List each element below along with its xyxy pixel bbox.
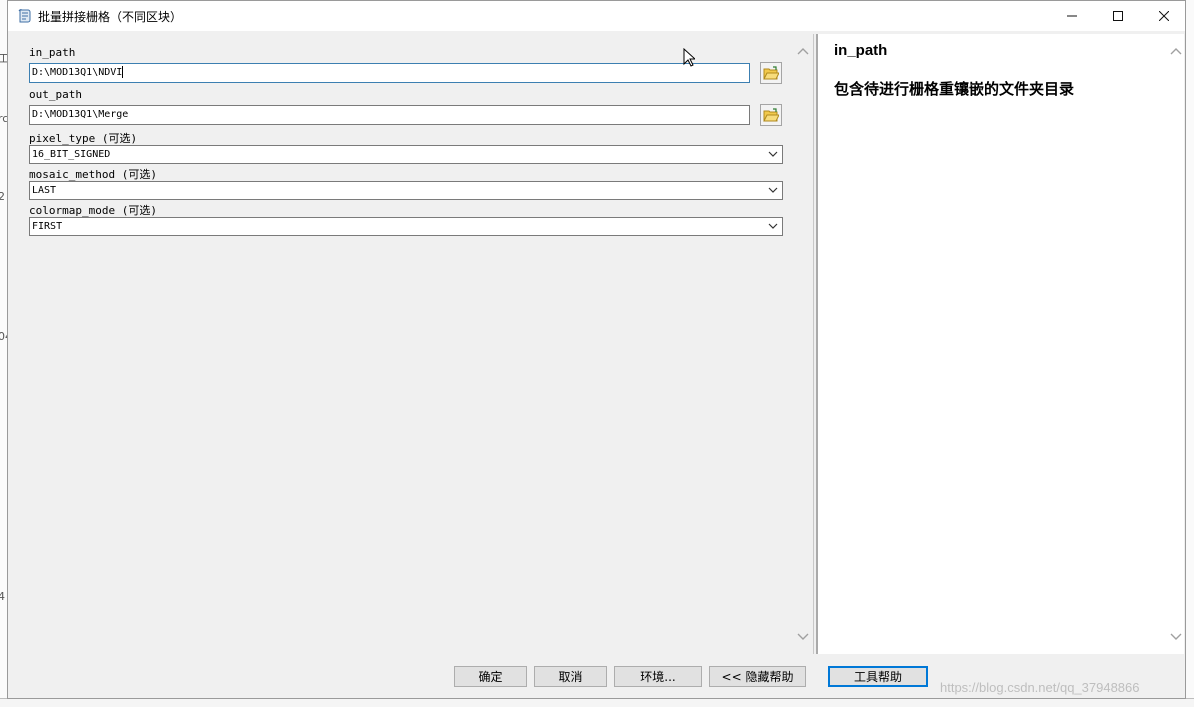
close-button[interactable] — [1141, 1, 1187, 31]
maximize-icon — [1113, 11, 1123, 21]
pixel-type-value: 16_BIT_SIGNED — [32, 149, 111, 160]
background-app-bottom-edge — [0, 698, 1194, 707]
chevron-down-icon — [768, 223, 778, 229]
out-path-value: D:\MOD13Q1\Merge — [32, 109, 129, 120]
title-bar[interactable]: 批量拼接栅格（不同区块） — [8, 1, 1185, 31]
folder-open-icon — [763, 66, 779, 80]
folder-open-icon — [763, 108, 779, 122]
background-fragment: 2 — [0, 190, 5, 203]
text-caret — [122, 66, 124, 78]
help-description: 包含待进行栅格重镶嵌的文件夹目录 — [834, 80, 1075, 98]
chevron-up-icon[interactable] — [797, 46, 809, 56]
chevron-down-icon — [768, 151, 778, 157]
in-path-label: in_path — [29, 46, 76, 59]
tool-script-icon — [17, 8, 33, 24]
parameters-panel: in_path D:\MOD13Q1\NDVI out_path D:\MOD1… — [9, 34, 814, 654]
tool-dialog: 批量拼接栅格（不同区块） in_path D:\MOD13Q1\NDVI out… — [7, 0, 1186, 699]
environments-button[interactable]: 环境... — [614, 666, 702, 687]
minimize-button[interactable] — [1049, 1, 1095, 31]
mosaic-method-label: mosaic_method (可选) — [29, 168, 157, 181]
out-path-browse-button[interactable] — [760, 104, 782, 126]
maximize-button[interactable] — [1095, 1, 1141, 31]
watermark: https://blog.csdn.net/qq_37948866 — [940, 680, 1140, 695]
minimize-icon — [1067, 15, 1077, 17]
chevron-down-icon — [768, 187, 778, 193]
cancel-button[interactable]: 取消 — [534, 666, 607, 687]
in-path-browse-button[interactable] — [760, 62, 782, 84]
parameters-scrollbar[interactable] — [795, 44, 811, 644]
close-icon — [1159, 11, 1169, 21]
chevron-down-icon[interactable] — [1170, 632, 1182, 642]
out-path-label: out_path — [29, 88, 82, 101]
in-path-value: D:\MOD13Q1\NDVI — [32, 67, 123, 78]
tool-help-button[interactable]: 工具帮助 — [828, 666, 928, 687]
chevron-down-icon[interactable] — [797, 632, 809, 642]
window-title: 批量拼接栅格（不同区块） — [38, 10, 183, 24]
mosaic-method-select[interactable]: LAST — [29, 181, 783, 200]
colormap-mode-label: colormap_mode (可选) — [29, 204, 157, 217]
background-fragment: 4 — [0, 590, 5, 603]
ok-button[interactable]: 确定 — [454, 666, 527, 687]
mouse-cursor-icon — [683, 47, 697, 72]
help-scrollbar[interactable] — [1168, 44, 1184, 644]
hide-help-button[interactable]: << 隐藏帮助 — [709, 666, 806, 687]
background-app-right-edge — [1185, 0, 1194, 707]
out-path-input[interactable]: D:\MOD13Q1\Merge — [29, 105, 750, 125]
chevron-up-icon[interactable] — [1170, 46, 1182, 56]
help-title: in_path — [834, 42, 888, 59]
mosaic-method-value: LAST — [32, 185, 57, 196]
pixel-type-label: pixel_type (可选) — [29, 132, 138, 145]
help-panel: in_path 包含待进行栅格重镶嵌的文件夹目录 — [816, 34, 1184, 654]
colormap-mode-select[interactable]: FIRST — [29, 217, 783, 236]
in-path-input[interactable]: D:\MOD13Q1\NDVI — [29, 63, 750, 83]
pixel-type-select[interactable]: 16_BIT_SIGNED — [29, 145, 783, 164]
colormap-mode-value: FIRST — [32, 221, 63, 232]
